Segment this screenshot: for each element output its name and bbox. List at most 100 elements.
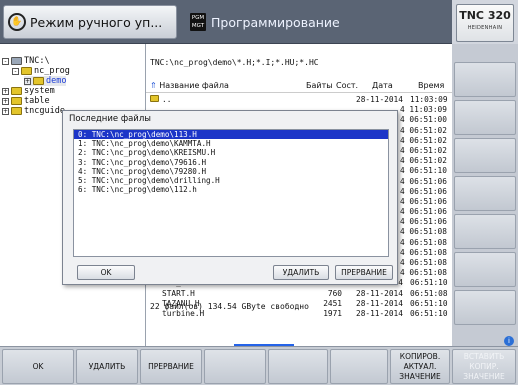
softkey-copy-actual-value[interactable]: КОПИРОВ. АКТУАЛ. ЗНАЧЕНИЕ — [390, 349, 450, 384]
dialog-cancel-button[interactable]: ПРЕРВАНИЕ — [335, 265, 393, 280]
softkey-empty-6[interactable] — [330, 349, 388, 384]
list-item[interactable]: 1: TNC:\nc_prog\demo\KAMMTA.H — [74, 139, 388, 148]
table-row[interactable]: START.H 760 28-11-2014 06:51:08 — [146, 289, 452, 299]
collapse-icon: - — [12, 67, 19, 75]
mode-programming-tab[interactable]: PGM MGT Программирование — [190, 6, 340, 38]
softkey-ok[interactable]: OK — [2, 349, 74, 384]
row-time: 4 06:51:10 — [400, 166, 447, 176]
dialog-delete-button[interactable]: УДАЛИТЬ — [273, 265, 329, 280]
tree-item-nc-prog[interactable]: - nc_prog — [12, 66, 70, 76]
right-softkey-2[interactable] — [454, 100, 516, 135]
tree-item-label: demo — [46, 76, 67, 86]
row-time: 4 06:51:02 — [400, 145, 447, 155]
recent-files-dialog: Последние файлы 0: TNC:\nc_prog\demo\113… — [62, 110, 398, 285]
row-time: 06:51:10 — [410, 308, 448, 318]
row-time: 4 06:51:06 — [400, 207, 447, 217]
softkey-copy-line1: КОПИРОВ. — [399, 351, 441, 361]
list-item[interactable]: 6: TNC:\nc_prog\demo\112.h — [74, 185, 388, 194]
row-date: 28-11-2014 — [356, 95, 403, 104]
right-softkey-1[interactable] — [454, 62, 516, 97]
softkey-copy-line3: ЗНАЧЕНИЕ — [399, 371, 441, 381]
softkey-delete[interactable]: УДАЛИТЬ — [76, 349, 138, 384]
logo-title: TNC 320 — [459, 9, 511, 22]
bottom-softkey-bar: OK УДАЛИТЬ ПРЕРВАНИЕ КОПИРОВ. АКТУАЛ. ЗН… — [0, 346, 518, 385]
row-time: 06:51:10 — [410, 298, 448, 308]
recent-files-list[interactable]: 0: TNC:\nc_prog\demo\113.H 1: TNC:\nc_pr… — [73, 129, 389, 257]
row-time: 4 06:51:08 — [400, 268, 447, 278]
row-time: 4 06:51:08 — [400, 227, 447, 237]
softkey-cancel[interactable]: ПРЕРВАНИЕ — [140, 349, 202, 384]
hand-icon: ✋ — [8, 13, 26, 31]
tree-item-system[interactable]: + system — [2, 86, 55, 96]
row-time: 4 06:51:06 — [400, 217, 447, 227]
col-bytes[interactable]: Байты — [306, 81, 333, 90]
table-row[interactable]: .. 28-11-2014 11:03:09 — [146, 95, 452, 105]
row-time: 4 06:51:02 — [400, 125, 447, 135]
col-name[interactable]: ⇑ Название файла — [150, 81, 229, 90]
softkey-empty-5[interactable] — [268, 349, 328, 384]
tree-item-drive[interactable]: - TNC:\ — [2, 56, 50, 66]
info-icon[interactable]: i — [504, 336, 514, 346]
tree-item-table[interactable]: + table — [2, 96, 50, 106]
col-status[interactable]: Сост. — [336, 81, 358, 90]
right-softkey-7[interactable] — [454, 290, 516, 325]
row-date: 28-11-2014 — [356, 288, 403, 298]
folder-icon — [33, 77, 44, 85]
tnc-screen: ✋ Режим ручного уп... PGM MGT Программир… — [0, 0, 518, 385]
status-footer: 22 файл(ов) 134.54 GByte свободно — [150, 302, 309, 311]
row-bytes: 2451 — [323, 298, 342, 308]
list-item[interactable]: 5: TNC:\nc_prog\demo\drilling.H — [74, 176, 388, 185]
row-date: 28-11-2014 — [356, 298, 403, 308]
right-softkey-3[interactable] — [454, 138, 516, 173]
right-softkey-4[interactable] — [454, 176, 516, 211]
list-item[interactable]: 4: TNC:\nc_prog\demo\79280.H — [74, 167, 388, 176]
right-softkey-6[interactable] — [454, 252, 516, 287]
logo-brand: HEIDENHAIN — [467, 25, 503, 31]
row-time: 06:51:10 — [410, 278, 448, 288]
tree-item-demo[interactable]: + demo — [24, 76, 67, 86]
row-name: START.H — [162, 288, 195, 298]
expand-icon: + — [2, 97, 9, 105]
col-date[interactable]: Дата — [372, 81, 393, 90]
list-item[interactable]: 0: TNC:\nc_prog\demo\113.H — [74, 130, 388, 140]
pgm-mgt-icon: PGM MGT — [190, 13, 206, 31]
softkey-copy-line2: АКТУАЛ. — [403, 361, 437, 371]
collapse-icon: - — [2, 57, 9, 65]
softkey-paste-line1: ВСТАВИТЬ — [463, 351, 505, 361]
row-date: 28-11-2014 — [356, 308, 403, 318]
tree-item-tncguide[interactable]: + tncguide — [2, 106, 65, 116]
row-time: 4 06:51:06 — [400, 176, 447, 186]
right-softkey-5[interactable] — [454, 214, 516, 249]
col-time[interactable]: Время — [418, 81, 444, 90]
row-time: 4 06:51:02 — [400, 135, 447, 145]
softkey-paste-copied-value[interactable]: ВСТАВИТЬ КОПИР. ЗНАЧЕНИЕ — [452, 349, 516, 384]
softkey-empty-4[interactable] — [204, 349, 266, 384]
dialog-title: Последние файлы — [69, 114, 151, 124]
row-time: 4 06:51:02 — [400, 156, 447, 166]
row-time: 4 06:51:06 — [400, 196, 447, 206]
expand-icon: + — [2, 87, 9, 95]
tree-item-label: system — [24, 86, 55, 96]
row-time: 4 06:51:06 — [400, 186, 447, 196]
mode-manual-button[interactable]: ✋ Режим ручного уп... — [3, 5, 177, 39]
folder-icon — [21, 67, 32, 75]
row-time: 4 06:51:00 — [400, 115, 447, 125]
tree-item-label: table — [24, 96, 50, 106]
column-header: ⇑ Название файла Байты Сост. Дата Время — [146, 79, 452, 93]
header-bar: ✋ Режим ручного уп... PGM MGT Программир… — [0, 0, 452, 44]
softkey-paste-line3: ЗНАЧЕНИЕ — [463, 371, 505, 381]
row-time: 4 11:03:09 — [400, 105, 447, 115]
list-item[interactable]: 3: TNC:\nc_prog\demo\79616.H — [74, 158, 388, 167]
current-path: TNC:\nc_prog\demo\*.H;*.I;*.HU;*.HC — [150, 58, 319, 67]
sort-up-icon: ⇑ — [150, 81, 157, 90]
list-item[interactable]: 2: TNC:\nc_prog\demo\KREISMU.H — [74, 148, 388, 157]
row-bytes: 1971 — [323, 308, 342, 318]
row-time: 11:03:09 — [410, 95, 448, 104]
row-time: 4 06:51:08 — [400, 247, 447, 257]
tree-item-label: TNC:\ — [24, 56, 50, 66]
right-softkey-bar — [452, 44, 518, 346]
row-name: .. — [162, 95, 172, 104]
dialog-ok-button[interactable]: OK — [77, 265, 135, 280]
tree-item-label: tncguide — [24, 106, 65, 116]
mode-manual-label: Режим ручного уп... — [30, 14, 163, 30]
